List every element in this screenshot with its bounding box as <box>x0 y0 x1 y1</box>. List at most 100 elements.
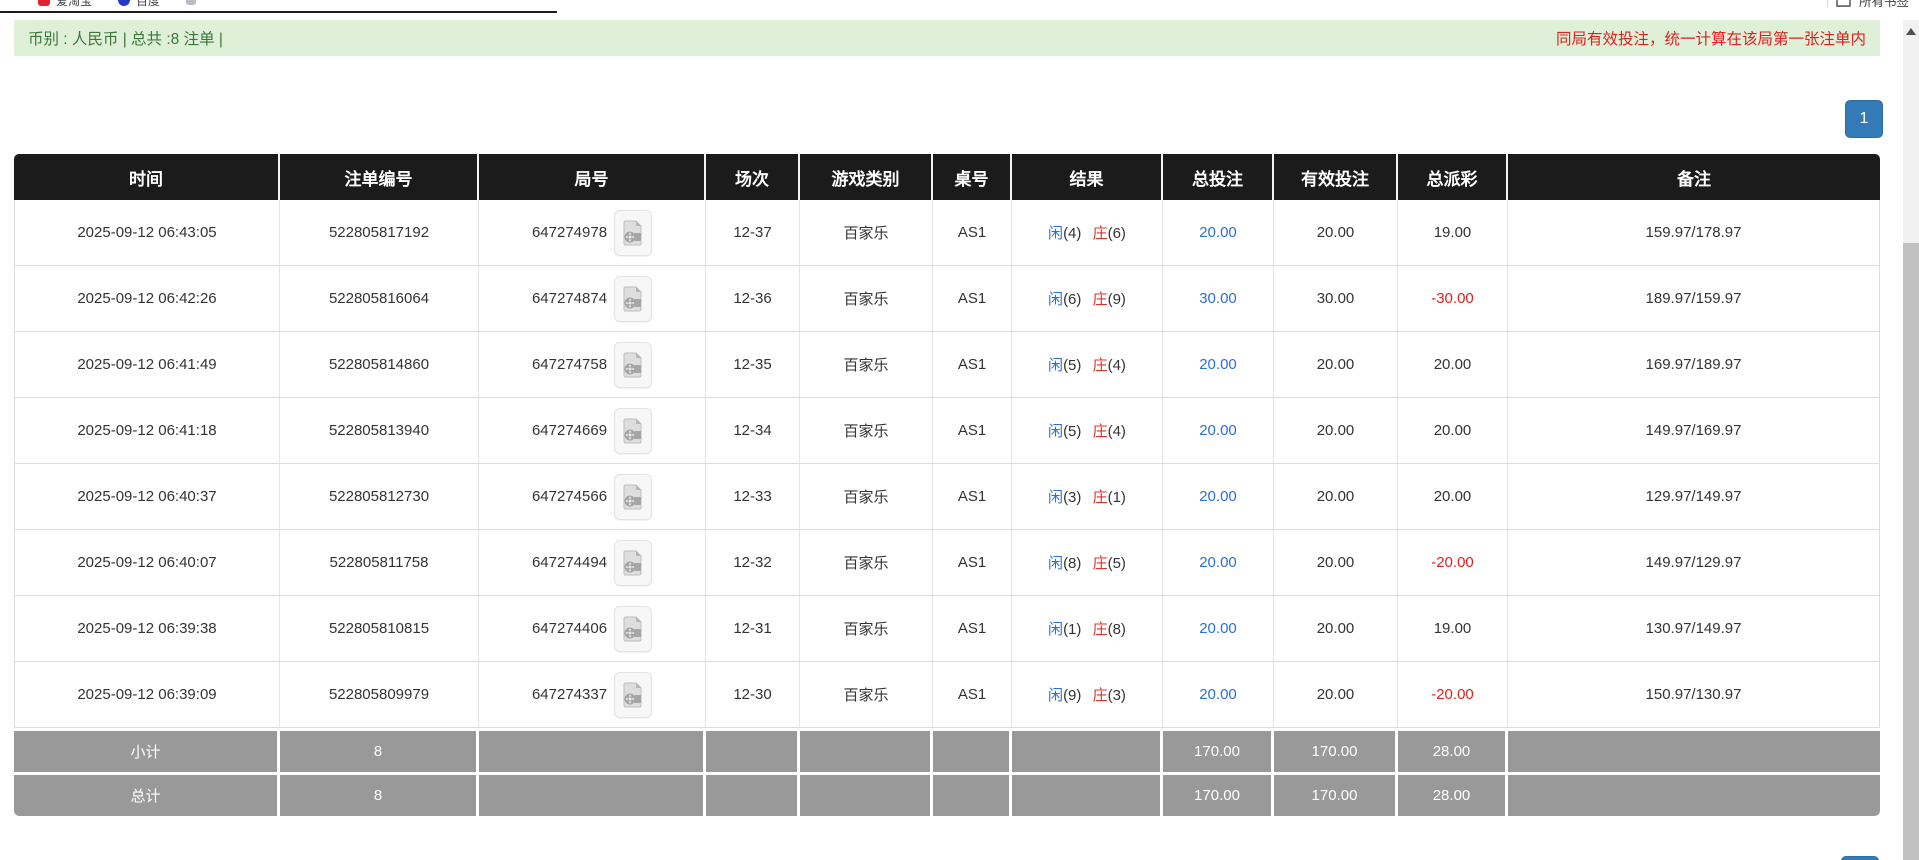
video-file-icon <box>623 682 642 707</box>
video-file-icon <box>623 550 642 575</box>
cell-table-no: AS1 <box>933 596 1012 662</box>
cell-session: 12-32 <box>706 530 800 596</box>
cell-remark: 129.97/149.97 <box>1508 464 1880 530</box>
cell-game-type: 百家乐 <box>800 662 933 728</box>
cell-total-bet-link[interactable]: 20.00 <box>1163 596 1274 662</box>
column-header-5: 桌号 <box>933 154 1012 200</box>
cell-total-bet-link[interactable]: 20.00 <box>1163 332 1274 398</box>
table-row: 2025-09-12 06:40:37 522805812730 6472745… <box>14 464 1880 530</box>
cell-valid-bet: 20.00 <box>1274 398 1398 464</box>
cell-session: 12-35 <box>706 332 800 398</box>
cell-valid-bet: 20.00 <box>1274 530 1398 596</box>
cell-total-bet-link[interactable]: 20.00 <box>1163 662 1274 728</box>
folder-icon <box>1836 0 1851 7</box>
summary-payout: 28.00 <box>1398 728 1508 772</box>
video-replay-icon[interactable] <box>614 671 653 718</box>
video-replay-icon[interactable] <box>614 407 653 454</box>
page-button-top[interactable]: 1 <box>1845 100 1883 138</box>
notice-text: 同局有效投注，统一计算在该局第一张注单内 <box>1555 31 1866 48</box>
cell-total-bet-link[interactable]: 30.00 <box>1163 266 1274 332</box>
summary-total-bet: 170.00 <box>1163 772 1274 816</box>
cell-result: 闲(9) 庄(3) <box>1012 662 1163 728</box>
round-number: 647274874 <box>531 290 608 307</box>
summary-count: 8 <box>280 772 479 816</box>
cell-time: 2025-09-12 06:39:09 <box>14 662 280 728</box>
cell-round: 647274494 <box>479 530 706 596</box>
cell-round: 647274337 <box>479 662 706 728</box>
bookmark-baidu[interactable]: 百度 <box>118 0 160 9</box>
video-file-icon <box>623 220 642 245</box>
cell-game-type: 百家乐 <box>800 266 933 332</box>
cell-table-no: AS1 <box>933 266 1012 332</box>
summary-count: 8 <box>280 728 479 772</box>
video-replay-icon[interactable] <box>614 275 653 322</box>
video-file-icon <box>623 484 642 509</box>
bookmark-label: 百度 <box>136 0 161 8</box>
cell-result: 闲(5) 庄(4) <box>1012 398 1163 464</box>
column-header-2: 局号 <box>479 154 706 200</box>
cell-session: 12-31 <box>706 596 800 662</box>
column-header-3: 场次 <box>706 154 800 200</box>
video-file-icon <box>623 616 642 641</box>
round-number: 647274758 <box>531 356 608 373</box>
video-replay-icon[interactable] <box>614 341 653 388</box>
summary-total-bet: 170.00 <box>1163 728 1274 772</box>
cell-total-bet-link[interactable]: 20.00 <box>1163 464 1274 530</box>
video-replay-icon[interactable] <box>614 605 653 652</box>
video-replay-icon[interactable] <box>614 209 653 256</box>
cell-round: 647274874 <box>479 266 706 332</box>
bookmarks-separator <box>1826 0 1828 7</box>
table-row: 2025-09-12 06:39:09 522805809979 6472743… <box>14 662 1880 728</box>
result-banker: 庄 <box>1092 291 1108 308</box>
column-header-10: 备注 <box>1508 154 1880 200</box>
cell-total-bet-link[interactable]: 20.00 <box>1163 398 1274 464</box>
bookmark-taobao[interactable]: 爱淘宝 <box>38 0 92 9</box>
bet-records-table: 时间 注单编号 局号 场次 游戏类别 桌号 结果 总投注 有效投注 总派彩 备注 2025-09-1… <box>14 154 1880 816</box>
currency-summary-text: 币别 : 人民币 | 总共 :8 注单 | <box>28 31 223 48</box>
cell-remark: 169.97/189.97 <box>1508 332 1880 398</box>
cell-payout: 20.00 <box>1398 332 1508 398</box>
result-player: 闲 <box>1048 555 1064 572</box>
cell-session: 12-34 <box>706 398 800 464</box>
cell-remark: 130.97/149.97 <box>1508 596 1880 662</box>
cell-payout: 19.00 <box>1398 200 1508 266</box>
column-header-7: 总投注 <box>1163 154 1274 200</box>
cell-bet-id: 522805814860 <box>280 332 479 398</box>
cell-game-type: 百家乐 <box>800 200 933 266</box>
cell-bet-id: 522805809979 <box>280 662 479 728</box>
page-button-bottom[interactable]: 1 <box>1841 856 1879 860</box>
cell-valid-bet: 20.00 <box>1274 662 1398 728</box>
scrollbar-thumb[interactable] <box>1903 243 1919 860</box>
column-header-8: 有效投注 <box>1274 154 1398 200</box>
cell-round: 647274978 <box>479 200 706 266</box>
result-player: 闲 <box>1048 489 1064 506</box>
cell-game-type: 百家乐 <box>800 530 933 596</box>
cell-result: 闲(3) 庄(1) <box>1012 464 1163 530</box>
all-bookmarks[interactable]: 所有书签 <box>1826 0 1909 12</box>
scrollbar-up-icon[interactable] <box>1906 28 1916 35</box>
video-replay-icon[interactable] <box>614 539 653 586</box>
summary-valid-bet: 170.00 <box>1274 772 1398 816</box>
summary-label: 总计 <box>14 772 280 816</box>
result-banker: 庄 <box>1092 555 1108 572</box>
round-number: 647274978 <box>531 224 608 241</box>
cell-payout: -20.00 <box>1398 662 1508 728</box>
cell-valid-bet: 30.00 <box>1274 266 1398 332</box>
bookmark-generic[interactable] <box>186 0 202 5</box>
cell-bet-id: 522805811758 <box>280 530 479 596</box>
video-replay-icon[interactable] <box>614 473 653 520</box>
cell-result: 闲(5) 庄(4) <box>1012 332 1163 398</box>
cell-valid-bet: 20.00 <box>1274 596 1398 662</box>
cell-game-type: 百家乐 <box>800 596 933 662</box>
cell-bet-id: 522805812730 <box>280 464 479 530</box>
cell-total-bet-link[interactable]: 20.00 <box>1163 200 1274 266</box>
video-file-icon <box>623 352 642 377</box>
cell-result: 闲(1) 庄(8) <box>1012 596 1163 662</box>
table-row: 2025-09-12 06:40:07 522805811758 6472744… <box>14 530 1880 596</box>
cell-session: 12-30 <box>706 662 800 728</box>
cell-round: 647274669 <box>479 398 706 464</box>
page-scrollbar[interactable] <box>1903 20 1919 860</box>
cell-payout: 20.00 <box>1398 398 1508 464</box>
result-banker: 庄 <box>1092 357 1108 374</box>
cell-total-bet-link[interactable]: 20.00 <box>1163 530 1274 596</box>
